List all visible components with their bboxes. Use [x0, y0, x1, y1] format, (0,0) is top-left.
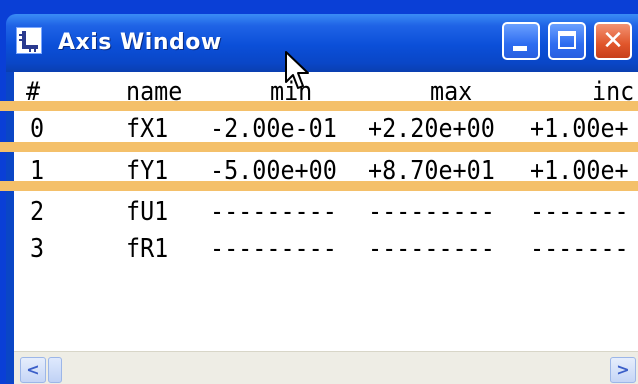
row-2-min: ---------	[210, 197, 337, 227]
axis-chart-icon[interactable]	[16, 27, 42, 54]
scroll-right-icon: >	[616, 360, 630, 379]
window-title: Axis Window	[58, 30, 222, 55]
row-3-index: 3	[30, 234, 45, 264]
axis-window: Axis Window ✕ # name min max inc 0 fX1 -…	[0, 0, 638, 384]
row-3-min: ---------	[210, 234, 337, 264]
close-icon: ✕	[602, 26, 624, 56]
scroll-right-button[interactable]: >	[610, 357, 636, 383]
minimize-icon	[513, 46, 527, 51]
scroll-thumb[interactable]	[48, 357, 62, 383]
minimize-button[interactable]	[502, 22, 540, 60]
row-0-name: fX1	[126, 114, 169, 144]
table-area: # name min max inc 0 fX1 -2.00e-01 +2.20…	[14, 72, 638, 383]
row-2-max: ---------	[368, 197, 495, 227]
row-0-min: -2.00e-01	[210, 114, 337, 144]
maximize-icon	[558, 31, 576, 49]
row-0-index: 0	[30, 114, 45, 144]
highlight-line-middle	[0, 142, 638, 152]
close-button[interactable]: ✕	[594, 22, 632, 60]
row-2-name: fU1	[126, 197, 169, 227]
horizontal-scrollbar[interactable]: < >	[14, 351, 638, 384]
highlight-line-top	[0, 101, 638, 111]
row-3-inc: -------	[530, 234, 629, 264]
mouse-pointer-icon	[285, 51, 309, 89]
maximize-button[interactable]	[548, 22, 586, 60]
window-left-border	[6, 72, 14, 383]
row-3-max: ---------	[368, 234, 495, 264]
row-3-name: fR1	[126, 234, 169, 264]
row-2-inc: -------	[530, 197, 629, 227]
scroll-left-icon: <	[26, 360, 40, 379]
row-2-index: 2	[30, 197, 45, 227]
scroll-left-button[interactable]: <	[20, 357, 46, 383]
row-0-max: +2.20e+00	[368, 114, 495, 144]
row-0-inc: +1.00e+	[530, 114, 629, 144]
highlight-line-bottom	[0, 181, 638, 191]
